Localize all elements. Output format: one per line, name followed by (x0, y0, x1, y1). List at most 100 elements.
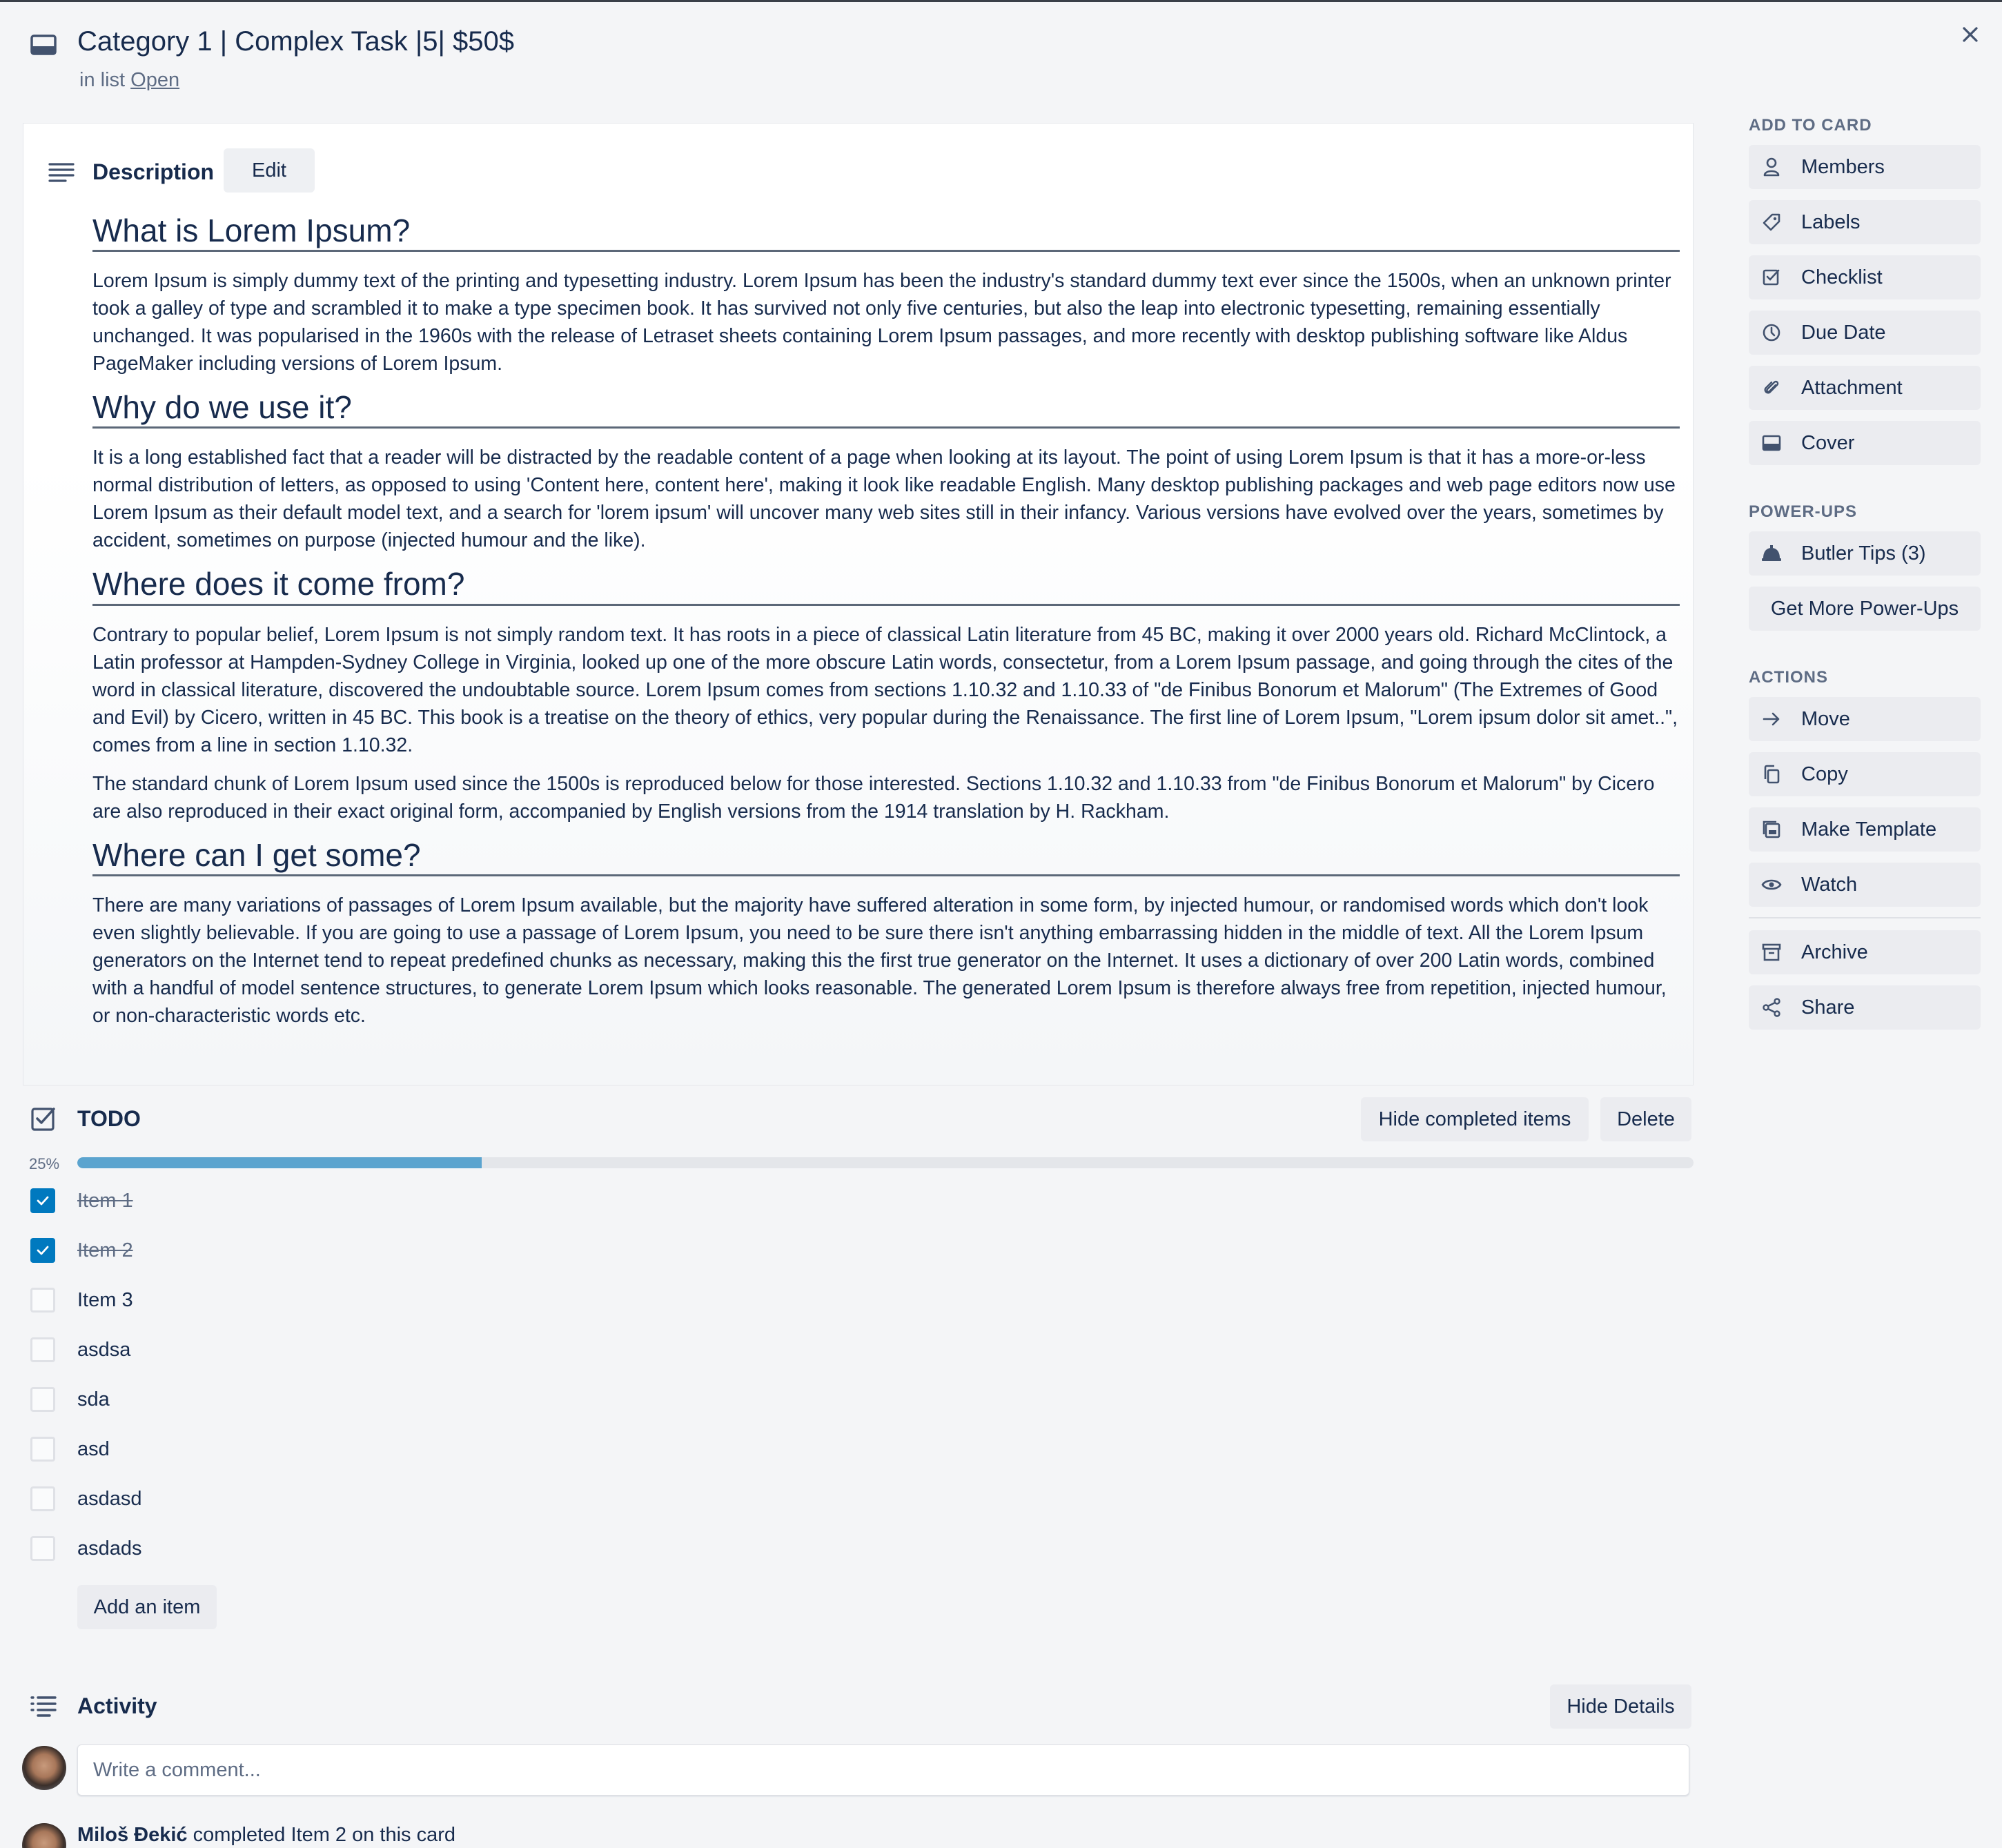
checklist-item[interactable]: asdsa (30, 1337, 1687, 1387)
checklist-item-checkbox[interactable] (30, 1238, 55, 1263)
checklist-item-checkbox[interactable] (30, 1288, 55, 1313)
archive-label: Archive (1801, 941, 1868, 963)
checklist-item[interactable]: Item 3 (30, 1288, 1687, 1337)
checklist-item[interactable]: sda (30, 1387, 1687, 1437)
add-to-card-heading: ADD TO CARD (1749, 116, 1872, 135)
activity-entry: Miloš Đekić completed Item 2 on this car… (77, 1824, 455, 1847)
paperclip-icon (1761, 377, 1782, 398)
person-icon (1761, 157, 1782, 177)
avatar[interactable] (22, 1823, 66, 1848)
checklist-item-label[interactable]: Item 2 (77, 1238, 133, 1263)
labels-label: Labels (1801, 210, 1861, 233)
card-title[interactable]: Category 1 | Complex Task |5| $50$ (77, 26, 514, 57)
copy-label: Copy (1801, 763, 1848, 785)
checklist-item-label[interactable]: Item 3 (77, 1288, 133, 1313)
eye-icon (1761, 874, 1782, 895)
make-template-label: Make Template (1801, 818, 1937, 841)
checklist-item-label[interactable]: Item 1 (77, 1188, 133, 1213)
due-date-label: Due Date (1801, 321, 1886, 344)
get-more-power-ups-button[interactable]: Get More Power-Ups (1749, 587, 1981, 631)
attachment-label: Attachment (1801, 376, 1903, 399)
section-paragraph: Contrary to popular belief, Lorem Ipsum … (92, 623, 1678, 756)
checklist-title[interactable]: TODO (77, 1106, 141, 1132)
checkmark-icon (37, 1196, 49, 1206)
share-label: Share (1801, 996, 1855, 1019)
arrow-right-icon (1761, 709, 1782, 729)
checklist-item[interactable]: Item 1 (30, 1188, 1687, 1238)
copy-button[interactable]: Copy (1749, 752, 1981, 796)
checklist-item-label[interactable]: asd (77, 1437, 110, 1462)
section-heading: Why do we use it? (92, 389, 1680, 429)
checklist-item-label[interactable]: asdads (77, 1536, 142, 1561)
checklist-item[interactable]: asdasd (30, 1486, 1687, 1536)
card-list-info: in list Open (79, 69, 179, 92)
delete-checklist-button[interactable]: Delete (1600, 1097, 1691, 1141)
checklist-items: Item 1 Item 2 Item 3 asdsa sda asd asdasd asdad… (30, 1188, 1687, 1586)
cover-icon (1761, 433, 1782, 453)
description-content[interactable]: What is Lorem Ipsum? Lorem Ipsum is simp… (92, 212, 1680, 1041)
section-paragraph: There are many variations of passages of… (92, 894, 1667, 1027)
activity-action: completed Item 2 on this card (187, 1824, 456, 1846)
actions-heading: ACTIONS (1749, 668, 1828, 687)
make-template-button[interactable]: Make Template (1749, 807, 1981, 852)
members-label: Members (1801, 155, 1885, 178)
butler-bell-icon (1761, 543, 1782, 564)
section-paragraph: The standard chunk of Lorem Ipsum used s… (92, 772, 1655, 823)
checklist-item-label[interactable]: sda (77, 1387, 110, 1412)
checklist-icon (1761, 267, 1782, 288)
labels-button[interactable]: Labels (1749, 200, 1981, 244)
template-icon (1761, 819, 1782, 840)
progress-percent: 25% (29, 1155, 60, 1172)
butler-tips-button[interactable]: Butler Tips (3) (1749, 531, 1981, 576)
list-name-link[interactable]: Open (130, 69, 179, 91)
edit-description-button[interactable]: Edit (224, 148, 315, 193)
checkmark-icon (37, 1246, 49, 1255)
section-paragraph: Lorem Ipsum is simply dummy text of the … (92, 270, 1671, 375)
archive-icon (1761, 942, 1782, 963)
power-ups-heading: POWER-UPS (1749, 502, 1858, 521)
checklist-item-checkbox[interactable] (30, 1486, 55, 1511)
sidebar-divider (1749, 917, 1981, 918)
section-paragraph: It is a long established fact that a rea… (92, 446, 1676, 552)
description-title: Description (92, 159, 215, 184)
move-label: Move (1801, 707, 1850, 730)
card-icon (30, 35, 58, 55)
add-item-button[interactable]: Add an item (77, 1585, 217, 1629)
checklist-item[interactable]: asdads (30, 1536, 1687, 1586)
hide-completed-items-button[interactable]: Hide completed items (1361, 1097, 1589, 1141)
checklist-item-checkbox[interactable] (30, 1387, 55, 1412)
description-panel: Description Edit What is Lorem Ipsum? Lo… (23, 123, 1694, 1085)
tag-icon (1761, 212, 1782, 233)
watch-button[interactable]: Watch (1749, 863, 1981, 907)
checklist-item[interactable]: asd (30, 1437, 1687, 1486)
checklist-item[interactable]: Item 2 (30, 1238, 1687, 1288)
archive-button[interactable]: Archive (1749, 930, 1981, 974)
watch-label: Watch (1801, 873, 1858, 896)
checklist-item-label[interactable]: asdsa (77, 1337, 130, 1362)
checklist-label: Checklist (1801, 266, 1883, 288)
copy-icon (1761, 764, 1782, 785)
due-date-button[interactable]: Due Date (1749, 311, 1981, 355)
checklist-item-label[interactable]: asdasd (77, 1486, 142, 1511)
members-button[interactable]: Members (1749, 145, 1981, 189)
cover-label: Cover (1801, 431, 1855, 454)
checklist-button[interactable]: Checklist (1749, 255, 1981, 299)
activity-user[interactable]: Miloš Đekić (77, 1824, 188, 1846)
checklist-item-checkbox[interactable] (30, 1188, 55, 1213)
checklist-item-checkbox[interactable] (30, 1337, 55, 1362)
description-icon (48, 161, 75, 184)
move-button[interactable]: Move (1749, 697, 1981, 741)
share-button[interactable]: Share (1749, 985, 1981, 1030)
avatar[interactable] (22, 1746, 66, 1790)
cover-button[interactable]: Cover (1749, 421, 1981, 465)
window-top-border (0, 0, 2002, 2)
checklist-item-checkbox[interactable] (30, 1437, 55, 1462)
comment-input[interactable]: Write a comment... (77, 1744, 1689, 1796)
hide-details-button[interactable]: Hide Details (1550, 1684, 1691, 1729)
activity-icon (29, 1694, 58, 1719)
attachment-button[interactable]: Attachment (1749, 366, 1981, 410)
checklist-item-checkbox[interactable] (30, 1536, 55, 1561)
checklist-icon (30, 1105, 57, 1132)
checklist-progress-fill (77, 1157, 482, 1168)
close-icon[interactable] (1956, 21, 1984, 48)
